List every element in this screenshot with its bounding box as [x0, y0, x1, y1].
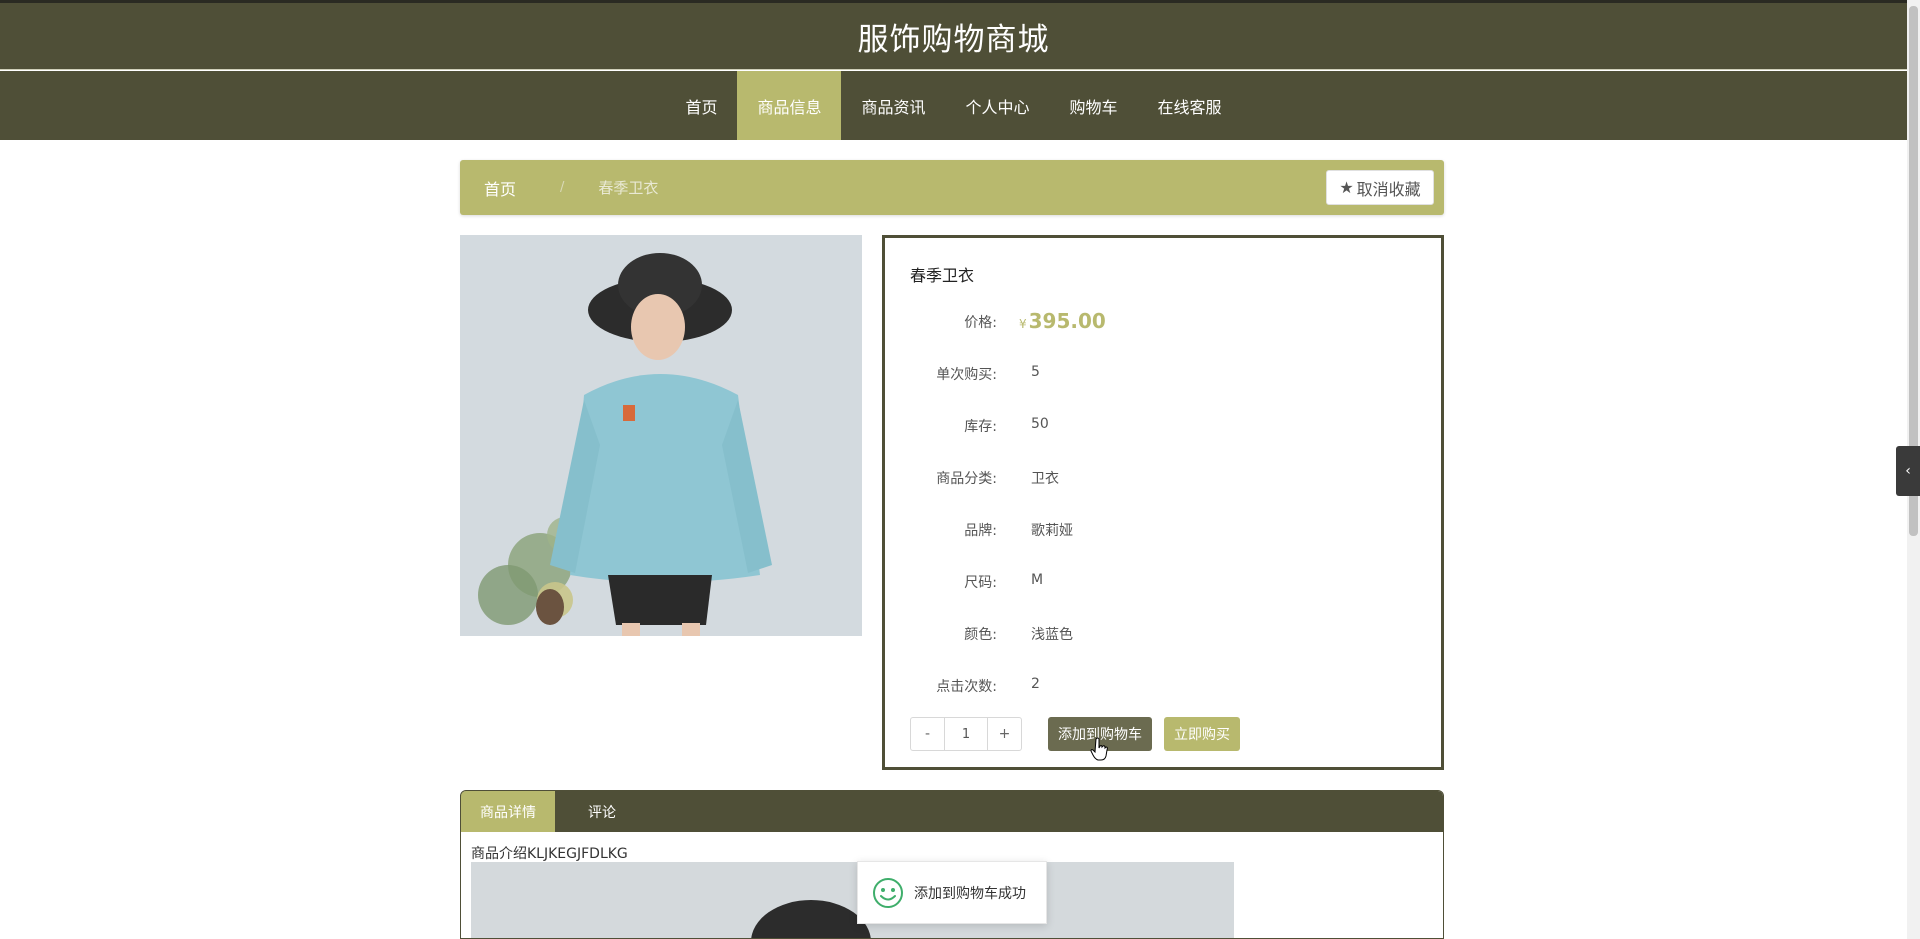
info-row-purchase-limit: 单次购买: 5 — [885, 364, 1441, 384]
product-photo-illustration — [460, 235, 862, 636]
info-value: 歌莉娅 — [1031, 523, 1073, 539]
breadcrumb: 首页 / 春季卫衣 ★ 取消收藏 — [460, 160, 1444, 215]
product-detail-image — [471, 862, 1234, 938]
info-row-clicks: 点击次数: 2 — [885, 676, 1441, 696]
info-row-size: 尺码: M — [885, 572, 1441, 592]
success-toast: 添加到购物车成功 — [857, 861, 1047, 924]
info-row-color: 颜色: 浅蓝色 — [885, 624, 1441, 644]
currency-symbol: ¥ — [1019, 317, 1027, 331]
main-nav: 首页 商品信息 商品资讯 个人中心 购物车 在线客服 — [0, 71, 1907, 140]
detail-photo-illustration — [471, 862, 1234, 938]
breadcrumb-current: 春季卫衣 — [598, 179, 659, 197]
info-row-brand: 品牌: 歌莉娅 — [885, 520, 1441, 540]
product-image — [460, 235, 862, 636]
price-label: 价格: — [964, 315, 997, 331]
site-header: 服饰购物商城 — [0, 3, 1907, 70]
tab-bar: 商品详情 评论 — [461, 791, 1443, 832]
nav-item-cart[interactable]: 购物车 — [1050, 71, 1138, 140]
product-intro-text: 商品介绍KLJKEGJFDLKG — [471, 846, 628, 862]
tab-comments[interactable]: 评论 — [555, 791, 649, 832]
info-label: 单次购买: — [936, 367, 997, 383]
info-value: 2 — [1031, 676, 1040, 692]
info-value: 卫衣 — [1031, 471, 1059, 487]
info-label: 商品分类: — [936, 471, 997, 487]
nav-item-news[interactable]: 商品资讯 — [841, 71, 945, 140]
quantity-stepper: - + — [910, 717, 1022, 751]
info-value: 5 — [1031, 364, 1040, 380]
product-info-panel: 春季卫衣 价格: ¥395.00 单次购买: 5 库存: 50 商品分类: 卫衣… — [882, 235, 1444, 770]
nav-item-support[interactable]: 在线客服 — [1138, 71, 1242, 140]
quantity-input[interactable] — [944, 718, 988, 750]
site-title: 服饰购物商城 — [857, 21, 1050, 58]
info-value: M — [1031, 572, 1044, 588]
nav-item-home[interactable]: 首页 — [665, 71, 737, 140]
chevron-left-icon: ‹ — [1905, 463, 1911, 479]
info-label: 颜色: — [964, 627, 997, 643]
nav-item-products[interactable]: 商品信息 — [737, 71, 842, 140]
info-label: 品牌: — [964, 523, 997, 539]
info-label: 点击次数: — [936, 679, 997, 695]
breadcrumb-separator: / — [560, 180, 565, 195]
breadcrumb-home-link[interactable]: 首页 — [484, 176, 516, 200]
quantity-increase-button[interactable]: + — [988, 718, 1021, 750]
unfavorite-label: 取消收藏 — [1356, 179, 1421, 199]
info-label: 库存: — [964, 419, 997, 435]
product-name: 春季卫衣 — [910, 266, 975, 285]
side-panel-toggle[interactable]: ‹ — [1896, 446, 1920, 496]
smile-icon — [873, 877, 903, 908]
info-label: 尺码: — [964, 575, 997, 591]
nav-item-profile[interactable]: 个人中心 — [946, 71, 1050, 140]
toast-message: 添加到购物车成功 — [914, 885, 1026, 902]
info-row-stock: 库存: 50 — [885, 416, 1441, 436]
quantity-decrease-button[interactable]: - — [911, 718, 944, 750]
tab-product-details[interactable]: 商品详情 — [461, 791, 555, 832]
unfavorite-button[interactable]: ★ 取消收藏 — [1326, 170, 1434, 205]
price-value: ¥395.00 — [1019, 309, 1106, 333]
buy-now-button[interactable]: 立即购买 — [1164, 717, 1240, 751]
price-row: 价格: ¥395.00 — [885, 309, 1441, 333]
info-row-category: 商品分类: 卫衣 — [885, 468, 1441, 488]
price-amount: 395.00 — [1028, 309, 1106, 333]
info-value: 浅蓝色 — [1031, 627, 1073, 643]
info-value: 50 — [1031, 416, 1049, 432]
hand-cursor-icon — [1090, 737, 1108, 761]
star-icon: ★ — [1339, 178, 1354, 197]
